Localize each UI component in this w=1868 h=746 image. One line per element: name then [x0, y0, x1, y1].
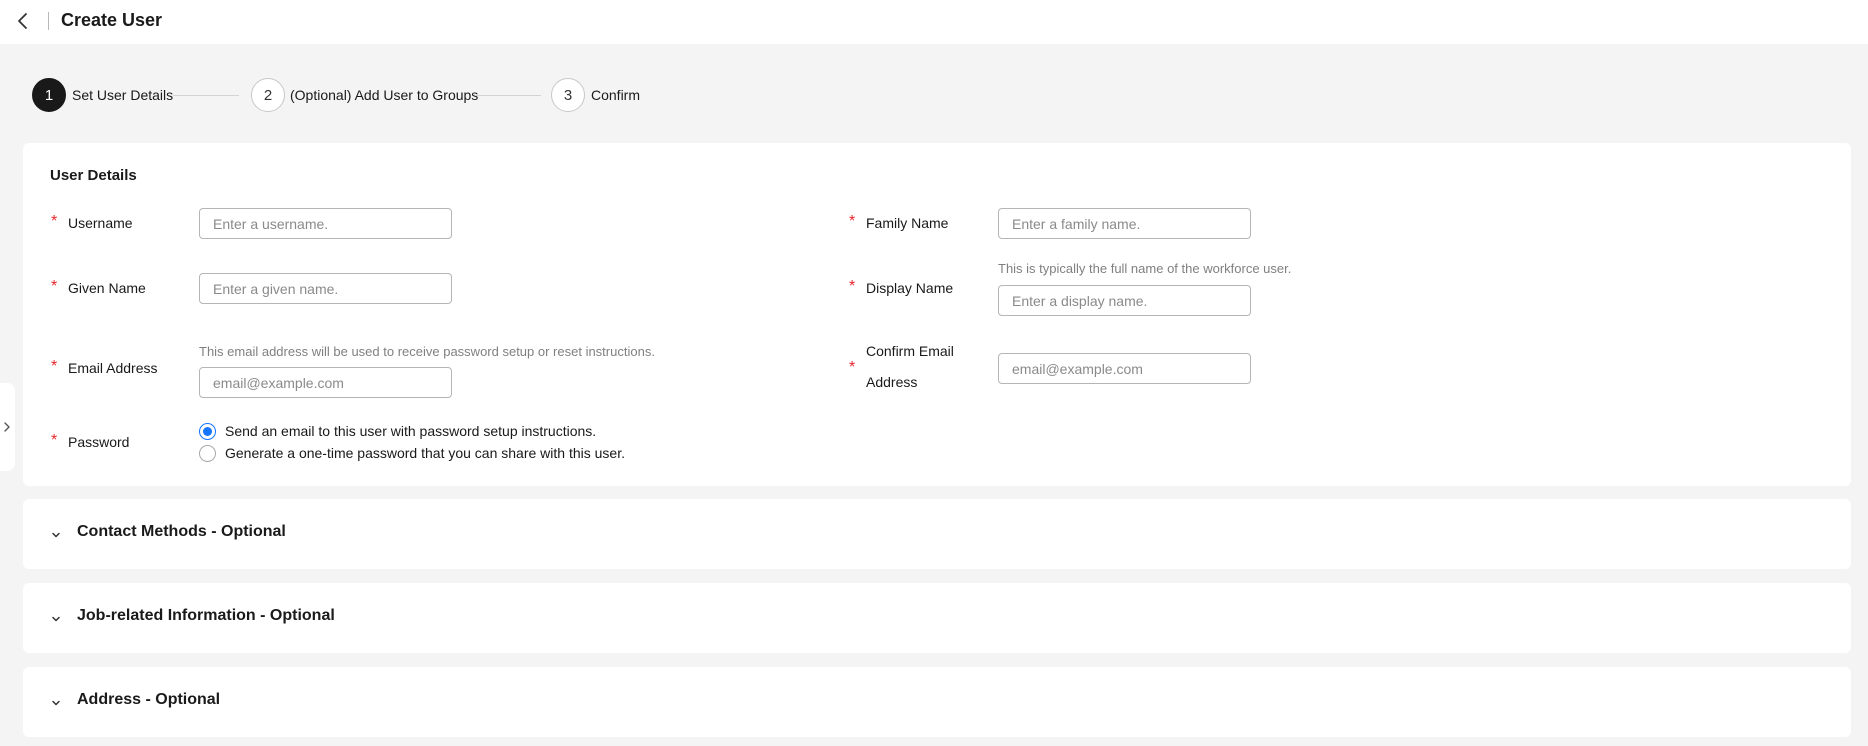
title-divider — [48, 12, 49, 30]
chevron-right-icon — [4, 422, 10, 432]
email-hint: This email address will be used to recei… — [199, 344, 655, 359]
confirm-email-label-line1: Confirm Email — [866, 343, 954, 359]
contact-methods-section[interactable]: Contact Methods - Optional — [23, 499, 1851, 569]
user-details-panel: User Details * Username * Family Name * … — [23, 143, 1851, 486]
email-input[interactable] — [199, 367, 452, 398]
chevron-left-icon — [18, 13, 27, 29]
password-option-one-time[interactable]: Generate a one-time password that you ca… — [199, 444, 625, 462]
password-label: Password — [68, 434, 130, 450]
password-option-email[interactable]: Send an email to this user with password… — [199, 422, 596, 440]
step-1-number: 1 — [32, 78, 66, 112]
required-marker: * — [51, 432, 58, 449]
page-title: Create User — [61, 10, 163, 30]
username-input[interactable] — [199, 208, 452, 239]
step-3-label: Confirm — [591, 87, 641, 103]
sidebar-expand-tab[interactable] — [0, 383, 15, 471]
section-title: Job-related Information - Optional — [77, 607, 335, 624]
step-3-number: 3 — [551, 78, 585, 112]
radio-label: Generate a one-time password that you ca… — [225, 445, 625, 461]
email-label: Email Address — [68, 360, 158, 376]
required-marker: * — [51, 358, 58, 375]
step-1-label: Set User Details — [72, 87, 174, 103]
display-name-input[interactable] — [998, 285, 1251, 316]
confirm-email-input[interactable] — [998, 353, 1251, 384]
confirm-email-label-line2: Address — [866, 374, 918, 390]
step-2-number: 2 — [251, 78, 285, 112]
display-name-hint: This is typically the full name of the w… — [998, 261, 1292, 276]
chevron-down-icon — [52, 616, 60, 622]
step-2-label: (Optional) Add User to Groups — [290, 87, 479, 103]
top-bar: Create User — [0, 0, 1868, 44]
section-title: User Details — [50, 167, 137, 184]
step-indicator: 1 Set User Details 2 (Optional) Add User… — [32, 78, 832, 112]
display-name-label: Display Name — [866, 280, 954, 296]
address-section[interactable]: Address - Optional — [23, 667, 1851, 737]
radio-label: Send an email to this user with password… — [225, 423, 597, 439]
given-name-input[interactable] — [199, 273, 452, 304]
family-name-input[interactable] — [998, 208, 1251, 239]
radio-button-checked[interactable] — [199, 422, 216, 440]
chevron-down-icon — [52, 700, 60, 706]
step-connector — [173, 95, 239, 96]
given-name-label: Given Name — [68, 280, 146, 296]
chevron-down-icon — [52, 532, 60, 538]
required-marker: * — [51, 213, 58, 230]
section-title: Address - Optional — [77, 691, 221, 708]
required-marker: * — [849, 213, 856, 230]
radio-button[interactable] — [199, 444, 216, 462]
required-marker: * — [51, 278, 58, 295]
back-button[interactable] — [14, 10, 34, 32]
family-name-label: Family Name — [866, 215, 949, 231]
username-label: Username — [68, 215, 133, 231]
required-marker: * — [849, 278, 856, 295]
job-information-section[interactable]: Job-related Information - Optional — [23, 583, 1851, 653]
required-marker: * — [849, 359, 856, 376]
step-connector — [475, 95, 541, 96]
section-title: Contact Methods - Optional — [77, 523, 286, 540]
